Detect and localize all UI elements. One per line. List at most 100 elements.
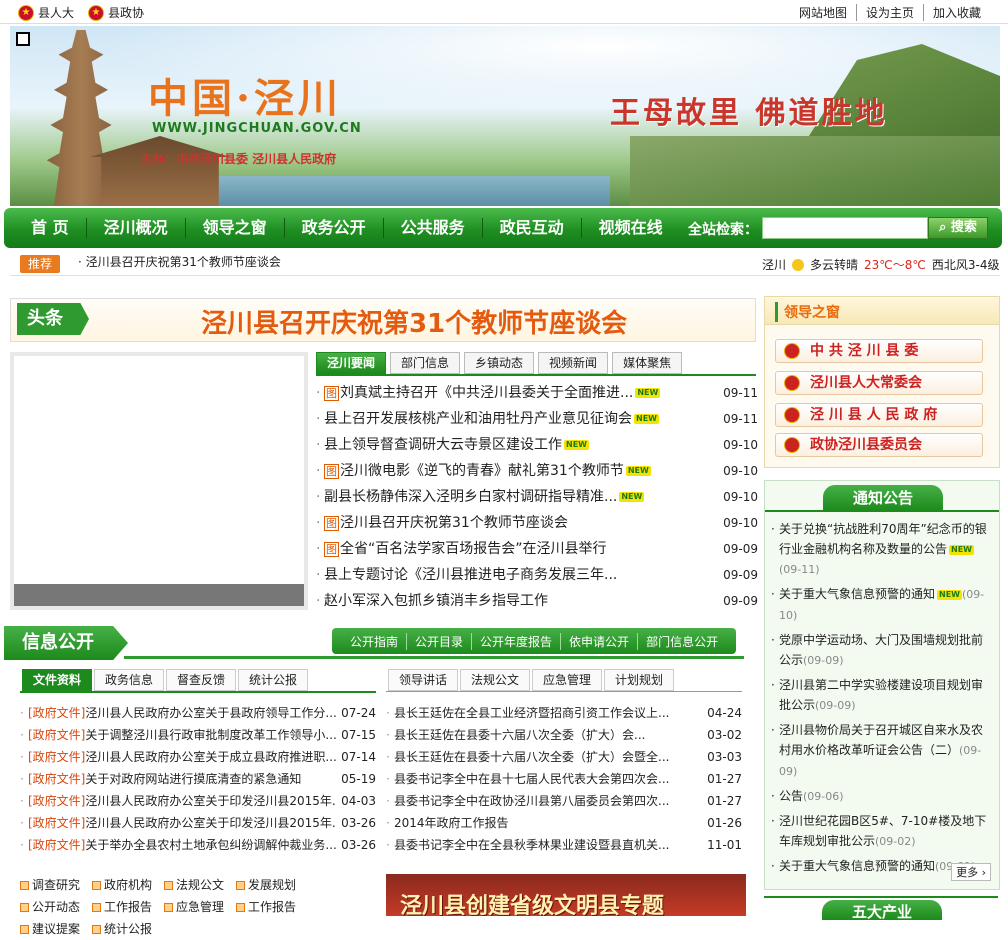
speech-item[interactable]: 县委书记李全中在县十七届人民代表大会第四次会... 01-27 (386, 768, 742, 790)
speech-title[interactable]: 县长王廷佐在县委十六届八次全委（扩大）会暨全... (394, 750, 669, 764)
link-dept-info[interactable]: 部门信息公开 (637, 632, 726, 650)
document-item[interactable]: [政府文件]泾川县人民政府办公室关于印发泾川县2015年...03-26 (20, 812, 376, 834)
document-title[interactable]: 关于举办全县农村土地承包纠纷调解仲裁业务... (85, 838, 336, 852)
civilization-promo-banner[interactable]: 泾川县创建省级文明县专题 (386, 874, 746, 916)
tab-gov-info[interactable]: 政务信息 (94, 669, 165, 691)
tab-emergency[interactable]: 应急管理 (532, 669, 603, 691)
quick-link[interactable]: 公开动态 (20, 896, 80, 918)
notice-item[interactable]: 关于兑换“抗战胜利70周年”纪念币的银行业金融机构名称及数量的公告NEW(09-… (771, 519, 993, 580)
news-photo-slider[interactable] (10, 352, 308, 610)
document-title[interactable]: 泾川县人民政府办公室关于成立县政府推进职... (85, 750, 336, 764)
notice-item[interactable]: 关于重大气象信息预警的通知NEW(09-10) (771, 584, 993, 626)
document-category[interactable]: [政府文件] (28, 706, 85, 720)
link-apply[interactable]: 依申请公开 (560, 632, 637, 650)
quick-link[interactable]: 发展规划 (236, 874, 296, 896)
document-item[interactable]: [政府文件]关于举办全县农村土地承包纠纷调解仲裁业务...03-26 (20, 834, 376, 856)
link-catalog[interactable]: 公开目录 (406, 632, 471, 650)
news-title[interactable]: 图刘真斌主持召开《中共泾川县委关于全面推进... (324, 380, 633, 407)
document-item[interactable]: [政府文件]关于对政府网站进行摸底清查的紧急通知 05-19 (20, 768, 376, 790)
news-title[interactable]: 图泾川县召开庆祝第31个教师节座谈会 (324, 510, 568, 537)
speech-item[interactable]: 2014年政府工作报告 01-26 (386, 812, 742, 834)
quick-link[interactable]: 调查研究 (20, 874, 80, 896)
document-title[interactable]: 泾川县人民政府办公室关于县政府领导工作分... (85, 706, 336, 720)
document-title[interactable]: 泾川县人民政府办公室关于印发泾川县2015年... (85, 816, 343, 830)
speech-title[interactable]: 县长王廷佐在县委十六届八次全委（扩大）会... (394, 728, 645, 742)
county-cppcc-link[interactable]: ★ 县政协 (88, 4, 144, 21)
tab-county-news[interactable]: 泾川要闻 (316, 352, 387, 374)
speech-item[interactable]: 县长王廷佐在全县工业经济暨招商引资工作会议上... 04-24 (386, 702, 742, 724)
news-title[interactable]: 图全省“百名法学家百场报告会”在泾川县举行 (324, 536, 607, 563)
speech-title[interactable]: 县长王廷佐在全县工业经济暨招商引资工作会议上... (394, 706, 669, 720)
notice-text[interactable]: 泾川县第二中学实验楼建设项目规划审批公示 (779, 678, 983, 712)
ticker-link[interactable]: · 泾川县召开庆祝第31个教师节座谈会 (78, 253, 281, 270)
site-map-link[interactable]: 网站地图 (790, 4, 856, 21)
document-item[interactable]: [政府文件]泾川县人民政府办公室关于印发泾川县2015年...04-03 (20, 790, 376, 812)
news-item[interactable]: 图泾川县召开庆祝第31个教师节座谈会 09-10 (316, 510, 758, 536)
link-guide[interactable]: 公开指南 (342, 633, 406, 650)
nav-home[interactable]: 首 页 (14, 218, 87, 238)
search-input[interactable] (762, 217, 928, 239)
add-favorite-link[interactable]: 加入收藏 (922, 4, 990, 21)
more-notices-button[interactable]: 更多 › (951, 863, 991, 881)
document-item[interactable]: [政府文件]关于调整泾川县行政审批制度改革工作领导小...07-15 (20, 724, 376, 746)
speech-title[interactable]: 县委书记李全中在政协泾川县第八届委员会第四次... (394, 794, 669, 808)
banner-control-icon[interactable] (16, 32, 30, 46)
tab-speeches[interactable]: 领导讲话 (388, 669, 459, 691)
quick-link[interactable]: 法规公文 (164, 874, 224, 896)
news-item[interactable]: 图刘真斌主持召开《中共泾川县委关于全面推进...NEW 09-11 (316, 380, 758, 406)
nav-overview[interactable]: 泾川概况 (87, 218, 186, 238)
tab-inspection[interactable]: 督查反馈 (166, 669, 237, 691)
notice-text[interactable]: 泾川县物价局关于召开城区自来水及农村用水价格改革听证会公告（二） (779, 723, 983, 757)
document-title[interactable]: 泾川县人民政府办公室关于印发泾川县2015年... (85, 794, 343, 808)
news-item[interactable]: 图泾川微电影《逆飞的青春》献礼第31个教师节NEW 09-10 (316, 458, 758, 484)
document-category[interactable]: [政府文件] (28, 838, 85, 852)
speech-title[interactable]: 县委书记李全中在全县秋季林果业建设暨县直机关... (394, 838, 669, 852)
nav-leaders[interactable]: 领导之窗 (186, 218, 285, 238)
set-homepage-link[interactable]: 设为主页 (855, 4, 923, 21)
news-item[interactable]: 副县长杨静伟深入泾明乡白家村调研指导精准...NEW 09-10 (316, 484, 758, 510)
county-congress-link[interactable]: ★ 县人大 (18, 4, 74, 21)
nav-video[interactable]: 视频在线 (582, 218, 680, 238)
tab-township[interactable]: 乡镇动态 (464, 352, 535, 374)
news-item[interactable]: 县上领导督查调研大云寺景区建设工作NEW 09-10 (316, 432, 758, 458)
speech-title[interactable]: 县委书记李全中在县十七届人民代表大会第四次会... (394, 772, 669, 786)
document-category[interactable]: [政府文件] (28, 794, 85, 808)
tab-dept-info[interactable]: 部门信息 (390, 352, 461, 374)
speech-title[interactable]: 2014年政府工作报告 (394, 816, 509, 830)
cpc-county-button[interactable]: 中 共 泾 川 县 委 (775, 339, 983, 363)
speech-item[interactable]: 县长王廷佐在县委十六届八次全委（扩大）会... 03-02 (386, 724, 742, 746)
news-item[interactable]: 赵小军深入包抓乡镇消丰乡指导工作 09-09 (316, 588, 758, 614)
county-government-button[interactable]: 泾 川 县 人 民 政 府 (775, 403, 983, 427)
news-title[interactable]: 县上专题讨论《泾川县推进电子商务发展三年... (324, 562, 617, 588)
notice-item[interactable]: 泾川县第二中学实验楼建设项目规划审批公示(09-09) (771, 675, 993, 716)
quick-link[interactable]: 建议提案 (20, 918, 80, 940)
notice-text[interactable]: 关于重大气象信息预警的通知 (779, 587, 935, 601)
speech-item[interactable]: 县委书记李全中在全县秋季林果业建设暨县直机关... 11-01 (386, 834, 742, 856)
tab-planning[interactable]: 计划规划 (604, 669, 675, 691)
document-item[interactable]: [政府文件]泾川县人民政府办公室关于成立县政府推进职...07-14 (20, 746, 376, 768)
news-item[interactable]: 县上召开发展核桃产业和油用牡丹产业意见征询会NEW 09-11 (316, 406, 758, 432)
document-category[interactable]: [政府文件] (28, 772, 85, 786)
quick-link[interactable]: 统计公报 (92, 918, 152, 940)
search-button[interactable]: ⌕ 搜索 (928, 217, 988, 239)
speech-item[interactable]: 县委书记李全中在政协泾川县第八届委员会第四次... 01-27 (386, 790, 742, 812)
news-title[interactable]: 县上领导督查调研大云寺景区建设工作 (324, 432, 562, 458)
quick-link[interactable]: 工作报告 (236, 896, 296, 918)
news-title[interactable]: 副县长杨静伟深入泾明乡白家村调研指导精准... (324, 484, 617, 510)
quick-link[interactable]: 工作报告 (92, 896, 152, 918)
nav-gov-affairs[interactable]: 政务公开 (285, 218, 384, 238)
document-item[interactable]: [政府文件]泾川县人民政府办公室关于县政府领导工作分...07-24 (20, 702, 376, 724)
news-title[interactable]: 赵小军深入包抓乡镇消丰乡指导工作 (324, 588, 548, 614)
tab-media[interactable]: 媒体聚焦 (612, 352, 683, 374)
tab-regulations[interactable]: 法规公文 (460, 669, 531, 691)
notice-item[interactable]: 党原中学运动场、大门及围墙规划批前公示(09-09) (771, 630, 993, 671)
document-category[interactable]: [政府文件] (28, 750, 85, 764)
notice-item[interactable]: 泾川县物价局关于召开城区自来水及农村用水价格改革听证会公告（二）(09-09) (771, 720, 993, 782)
nav-public-service[interactable]: 公共服务 (384, 218, 483, 238)
document-category[interactable]: [政府文件] (28, 816, 85, 830)
quick-link[interactable]: 应急管理 (164, 896, 224, 918)
news-title[interactable]: 县上召开发展核桃产业和油用牡丹产业意见征询会 (324, 406, 632, 432)
quick-link[interactable]: 政府机构 (92, 874, 152, 896)
speech-item[interactable]: 县长王廷佐在县委十六届八次全委（扩大）会暨全... 03-03 (386, 746, 742, 768)
news-title[interactable]: 图泾川微电影《逆飞的青春》献礼第31个教师节 (324, 458, 624, 485)
